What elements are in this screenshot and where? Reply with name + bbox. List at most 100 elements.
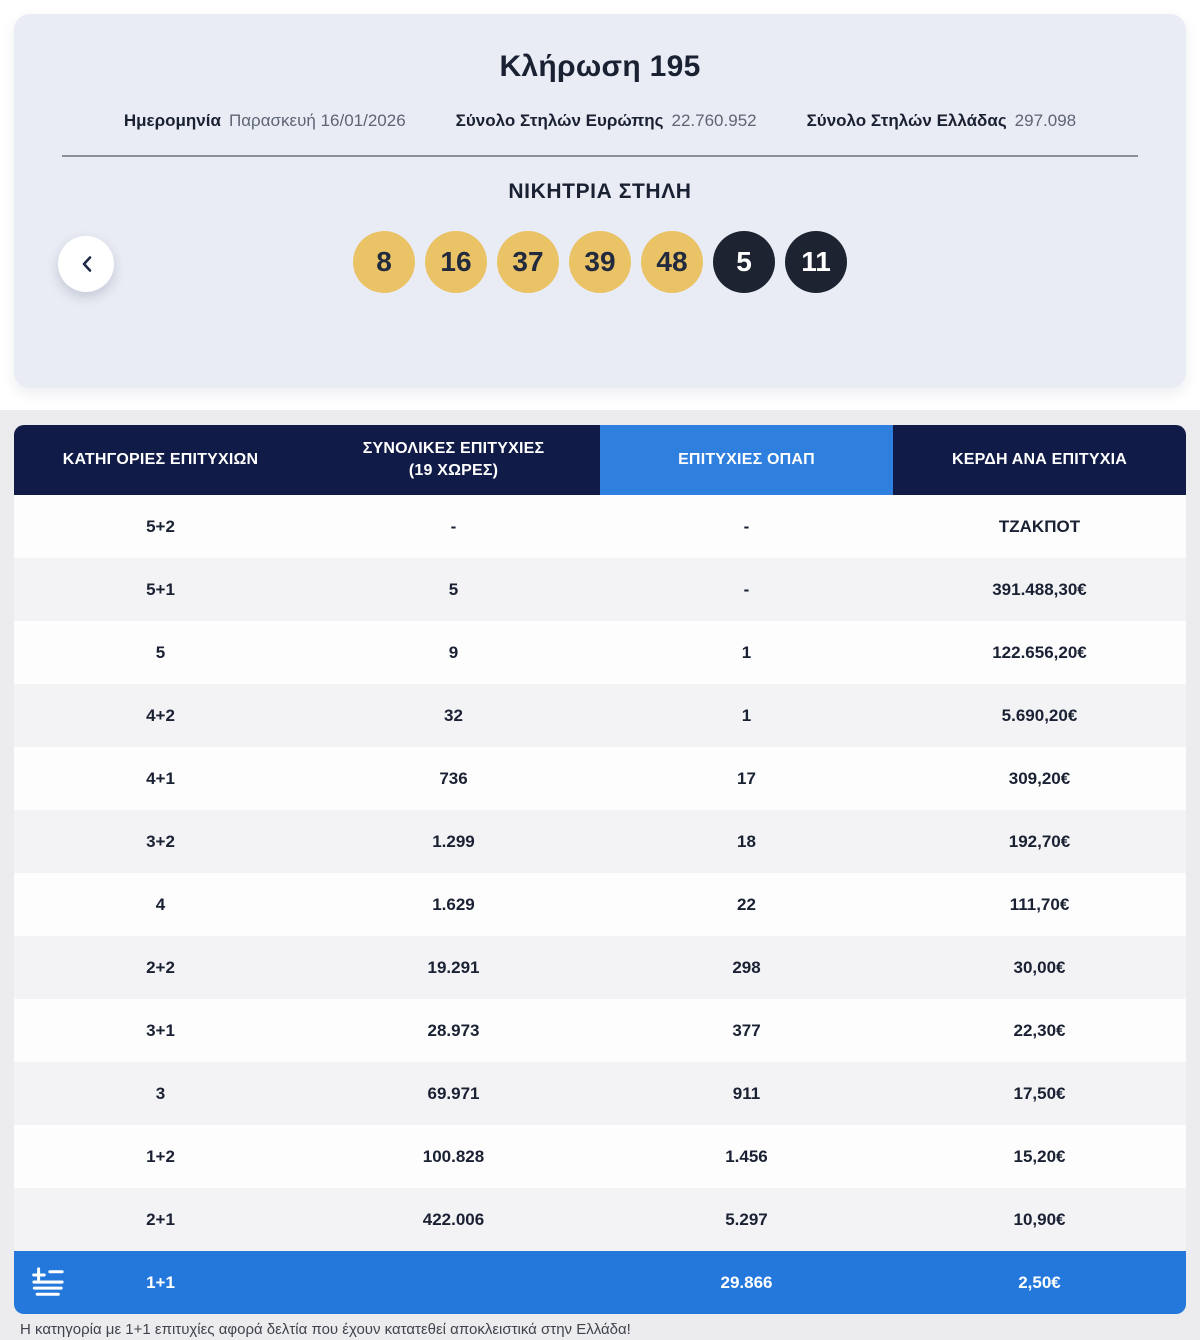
column-header: ΚΑΤΗΓΟΡΙΕΣ ΕΠΙΤΥΧΙΩΝ	[14, 425, 307, 495]
cell-total_wins: 1.629	[432, 894, 475, 914]
table-row: 3+2 1.299 18 192,70€	[14, 810, 1186, 873]
cell-prize: 15,20€	[1013, 1146, 1066, 1166]
column-header-line: ΕΠΙΤΥΧΙΕΣ ΟΠΑΠ	[678, 451, 815, 468]
column-header-line: ΚΑΤΗΓΟΡΙΕΣ ΕΠΙΤΥΧΙΩΝ	[62, 451, 259, 468]
cell-total_wins: 5	[448, 579, 459, 599]
cell-category: 4	[155, 894, 166, 914]
card-divider	[62, 155, 1138, 157]
cell-category: 3+2	[146, 831, 175, 851]
cell-total_wins: 100.828	[422, 1146, 485, 1166]
cell-category: 1+2	[146, 1146, 175, 1166]
meta-label: Ημερομηνία	[123, 111, 221, 130]
cell-opap_wins: 1.456	[725, 1146, 768, 1166]
draw-meta-row: Ημερομηνία Παρασκευή 16/01/2026 Σύνολο Στη…	[14, 111, 1186, 131]
cell-opap_wins: -	[743, 579, 750, 599]
bonus-number-ball: 11	[785, 231, 847, 293]
cell-total_wins: 69.971	[427, 1083, 480, 1103]
table-row: 3 69.971 911 17,50€	[14, 1062, 1186, 1125]
cell-total_wins: 28.973	[427, 1020, 480, 1040]
table-row: 2+2 19.291 298 30,00€	[14, 936, 1186, 999]
cell-category: 2+1	[146, 1209, 175, 1229]
meta-value: Παρασκευή 16/01/2026	[228, 111, 406, 130]
cell-prize: 309,20€	[1008, 768, 1071, 788]
column-header: ΣΥΝΟΛΙΚΕΣ ΕΠΙΤΥΧΙΕΣ (19 ΧΩΡΕΣ)	[307, 425, 600, 495]
table-row: 4 1.629 22 111,70€	[14, 873, 1186, 936]
main-number-ball: 37	[497, 231, 559, 293]
table-row: 5+2 - - ΤΖΑΚΠΟΤ	[14, 495, 1186, 558]
cell-opap_wins: 22	[737, 894, 756, 914]
table-row: 5+1 5 - 391.488,30€	[14, 558, 1186, 621]
cell-total_wins: 19.291	[427, 957, 480, 977]
main-number-ball: 39	[569, 231, 631, 293]
cell-category: 3	[155, 1083, 166, 1103]
cell-prize: 30,00€	[1013, 957, 1066, 977]
results-table: ΚΑΤΗΓΟΡΙΕΣ ΕΠΙΤΥΧΙΩΝ ΣΥΝΟΛΙΚΕΣ ΕΠΙΤΥΧΙΕΣ (…	[14, 425, 1186, 1314]
table-row: 4+1 736 17 309,20€	[14, 747, 1186, 810]
cell-category: 4+2	[146, 705, 175, 725]
meta-item: Σύνολο Στηλών Ευρώπης 22.760.952	[456, 111, 757, 131]
cell-category: 3+1	[146, 1020, 175, 1040]
column-header-line: ΚΕΡΔΗ ΑΝΑ ΕΠΙΤΥΧΙΑ	[951, 451, 1128, 468]
table-row: 5 9 1 122.656,20€	[14, 621, 1186, 684]
table-row-greece-only: 1+1 29.866 2,50€	[14, 1251, 1186, 1314]
cell-prize: 22,30€	[1013, 1020, 1066, 1040]
meta-item: Ημερομηνία Παρασκευή 16/01/2026	[124, 111, 406, 131]
table-row: 1+2 100.828 1.456 15,20€	[14, 1125, 1186, 1188]
table-row: 4+2 32 1 5.690,20€	[14, 684, 1186, 747]
cell-prize: 5.690,20€	[1001, 705, 1078, 725]
cell-prize: 10,90€	[1013, 1209, 1066, 1229]
cell-opap_wins: 17	[737, 768, 756, 788]
main-number-ball: 48	[641, 231, 703, 293]
cell-opap_wins: 377	[732, 1020, 761, 1040]
column-header: ΚΕΡΔΗ ΑΝΑ ΕΠΙΤΥΧΙΑ	[893, 425, 1186, 495]
cell-opap_wins: 298	[732, 957, 761, 977]
cell-opap_wins: -	[743, 516, 750, 536]
cell-total_wins: 736	[439, 768, 468, 788]
meta-label: Σύνολο Στηλών Ελλάδας	[806, 111, 1007, 130]
main-number-ball: 8	[353, 231, 415, 293]
previous-draw-button[interactable]	[58, 236, 114, 292]
cell-total_wins: 1.299	[432, 831, 475, 851]
greece-only-footnote: Η κατηγορία με 1+1 επιτυχίες αφορά δελτί…	[20, 1321, 631, 1338]
cell-prize: 391.488,30€	[992, 579, 1087, 599]
meta-label: Σύνολο Στηλών Ευρώπης	[455, 111, 664, 130]
meta-value: 297.098	[1014, 111, 1077, 130]
table-row: 3+1 28.973 377 22,30€	[14, 999, 1186, 1062]
draw-title: Κλήρωση 195	[499, 50, 701, 83]
bonus-number-ball: 5	[713, 231, 775, 293]
cell-prize: 122.656,20€	[992, 642, 1087, 662]
column-header-line: (19 ΧΩΡΕΣ)	[408, 462, 499, 479]
cell-total_wins: 32	[444, 705, 463, 725]
cell-category: 5	[155, 642, 166, 662]
cell-category: 4+1	[146, 768, 175, 788]
winning-column-title: ΝΙΚΗΤΡΙΑ ΣΤΗΛΗ	[508, 180, 692, 203]
winning-numbers: 8 16 37 39 48 5 11	[14, 231, 1186, 293]
meta-item: Σύνολο Στηλών Ελλάδας 297.098	[807, 111, 1077, 131]
column-header-line: ΣΥΝΟΛΙΚΕΣ ΕΠΙΤΥΧΙΕΣ	[362, 440, 545, 457]
cell-prize: 192,70€	[1008, 831, 1071, 851]
column-header-opap-highlighted: ΕΠΙΤΥΧΙΕΣ ΟΠΑΠ	[600, 425, 893, 495]
cell-total_wins: 422.006	[422, 1209, 485, 1229]
results-section: ΚΑΤΗΓΟΡΙΕΣ ΕΠΙΤΥΧΙΩΝ ΣΥΝΟΛΙΚΕΣ ΕΠΙΤΥΧΙΕΣ (…	[0, 410, 1200, 1340]
table-body: 5+2 - - ΤΖΑΚΠΟΤ 5+1 5 - 391.488,30€ 5 9 1 122.656,2…	[14, 495, 1186, 1314]
cell-prize: ΤΖΑΚΠΟΤ	[998, 516, 1081, 536]
cell-total_wins: -	[450, 516, 457, 536]
cell-opap_wins: 5.297	[725, 1209, 768, 1229]
cell-prize: 2,50€	[1018, 1272, 1061, 1292]
cell-prize: 111,70€	[1009, 894, 1070, 914]
chevron-left-icon	[81, 255, 92, 273]
cell-prize: 17,50€	[1013, 1083, 1066, 1103]
cell-total_wins: 9	[448, 642, 459, 662]
cell-category: 5+1	[146, 579, 175, 599]
main-number-ball: 16	[425, 231, 487, 293]
cell-opap_wins: 1	[741, 705, 752, 725]
draw-result-card: Κλήρωση 195 Ημερομηνία Παρασκευή 16/01/20…	[14, 14, 1186, 388]
cell-category: 2+2	[146, 957, 175, 977]
cell-opap_wins: 1	[741, 642, 752, 662]
cell-category: 5+2	[146, 516, 175, 536]
greece-flag-icon	[32, 1266, 64, 1299]
cell-opap_wins: 18	[737, 831, 756, 851]
table-header-row: ΚΑΤΗΓΟΡΙΕΣ ΕΠΙΤΥΧΙΩΝ ΣΥΝΟΛΙΚΕΣ ΕΠΙΤΥΧΙΕΣ (…	[14, 425, 1186, 495]
cell-opap_wins: 911	[732, 1083, 761, 1103]
table-row: 2+1 422.006 5.297 10,90€	[14, 1188, 1186, 1251]
